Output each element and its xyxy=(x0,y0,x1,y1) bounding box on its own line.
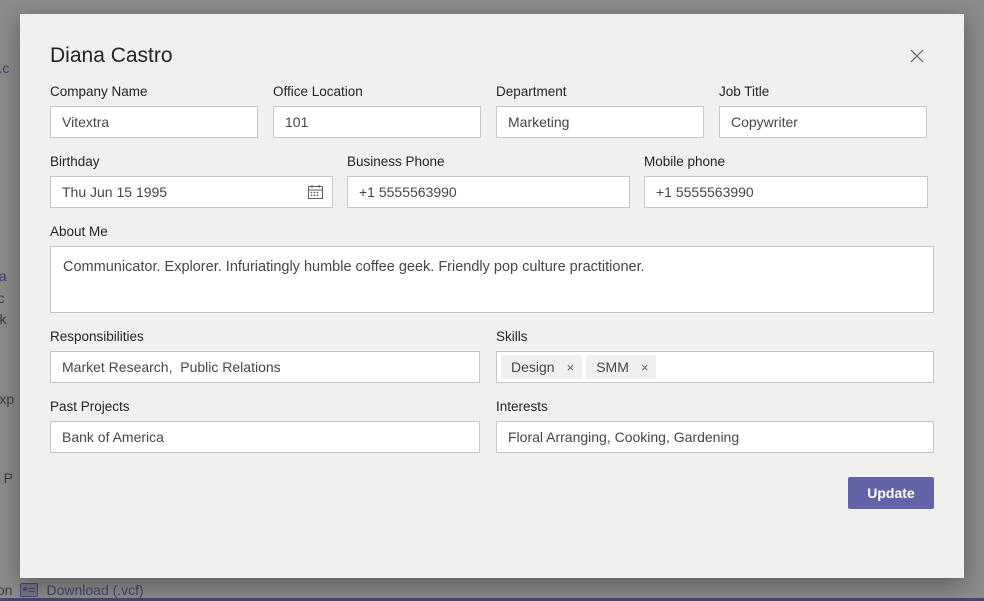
field-past-projects: Past Projects xyxy=(50,399,480,453)
label-business-phone: Business Phone xyxy=(347,154,445,169)
input-job-title[interactable] xyxy=(719,106,927,138)
input-about-me[interactable]: Communicator. Explorer. Infuriatingly hu… xyxy=(50,246,934,313)
label-responsibilities: Responsibilities xyxy=(50,329,144,344)
skill-chip-label: SMM xyxy=(596,359,629,375)
skill-chip[interactable]: Design × xyxy=(501,355,583,379)
close-icon xyxy=(910,49,924,63)
field-office-location: Office Location xyxy=(273,84,481,138)
field-interests: Interests xyxy=(496,399,934,453)
dialog-footer: Update xyxy=(50,477,934,509)
label-skills: Skills xyxy=(496,329,528,344)
dialog-title: Diana Castro xyxy=(50,44,173,67)
field-birthday: Birthday xyxy=(50,154,333,208)
birthday-input-wrap xyxy=(50,176,333,208)
label-office-location: Office Location xyxy=(273,84,363,99)
label-birthday: Birthday xyxy=(50,154,100,169)
input-business-phone[interactable] xyxy=(347,176,630,208)
field-business-phone: Business Phone xyxy=(347,154,630,208)
close-button[interactable] xyxy=(900,39,934,73)
input-responsibilities[interactable] xyxy=(50,351,480,383)
label-company-name: Company Name xyxy=(50,84,148,99)
input-mobile-phone[interactable] xyxy=(644,176,928,208)
form-row-employment: Company Name Office Location Department … xyxy=(50,84,934,138)
field-responsibilities: Responsibilities xyxy=(50,329,480,383)
label-interests: Interests xyxy=(496,399,548,414)
edit-profile-dialog: Diana Castro Company Name Office Locatio… xyxy=(20,14,964,578)
input-interests[interactable] xyxy=(496,421,934,453)
label-past-projects: Past Projects xyxy=(50,399,130,414)
label-about-me: About Me xyxy=(50,224,108,239)
field-company-name: Company Name xyxy=(50,84,258,138)
field-skills: Skills Design × SMM × xyxy=(496,329,934,383)
field-department: Department xyxy=(496,84,704,138)
dialog-header: Diana Castro xyxy=(50,14,934,84)
form-row-contact: Birthday Business Phone xyxy=(50,154,934,208)
input-office-location[interactable] xyxy=(273,106,481,138)
label-job-title: Job Title xyxy=(719,84,770,99)
input-birthday[interactable] xyxy=(50,176,333,208)
update-button[interactable]: Update xyxy=(848,477,934,509)
form-row-skills: Responsibilities Skills Design × SMM × xyxy=(50,329,934,383)
field-about-me: About Me Communicator. Explorer. Infuria… xyxy=(50,224,934,313)
input-past-projects[interactable] xyxy=(50,421,480,453)
field-mobile-phone: Mobile phone xyxy=(644,154,928,208)
remove-skill-icon[interactable]: × xyxy=(641,361,649,374)
input-company-name[interactable] xyxy=(50,106,258,138)
remove-skill-icon[interactable]: × xyxy=(567,361,575,374)
label-department: Department xyxy=(496,84,567,99)
form-row-projects: Past Projects Interests xyxy=(50,399,934,453)
field-job-title: Job Title xyxy=(719,84,927,138)
skill-chip[interactable]: SMM × xyxy=(586,355,657,379)
input-department[interactable] xyxy=(496,106,704,138)
form-row-about: About Me Communicator. Explorer. Infuria… xyxy=(50,224,934,313)
skill-chip-label: Design xyxy=(511,359,555,375)
skills-chip-container[interactable]: Design × SMM × xyxy=(496,351,934,383)
label-mobile-phone: Mobile phone xyxy=(644,154,726,169)
